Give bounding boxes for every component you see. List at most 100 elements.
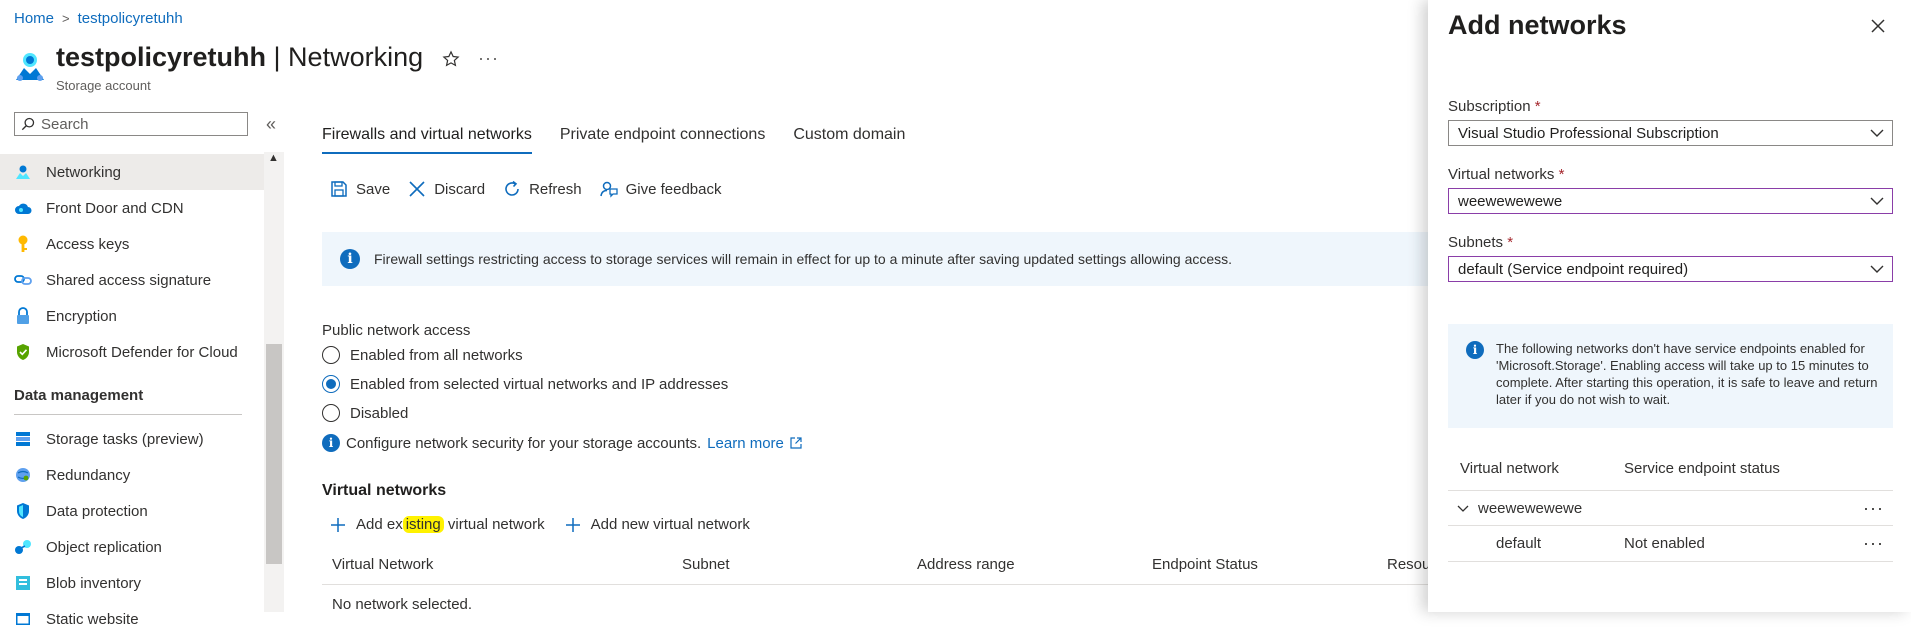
sidebar-item-label: Data protection (46, 502, 148, 520)
column-header: Resourc (1387, 556, 1432, 573)
subscription-dropdown[interactable]: Visual Studio Professional Subscription (1448, 120, 1893, 146)
row-more-icon[interactable]: ··· (1863, 498, 1884, 519)
sidebar-item-label: Object replication (46, 538, 162, 556)
sidebar-item-object-replication[interactable]: Object replication (0, 529, 264, 565)
sidebar-item-defender[interactable]: Microsoft Defender for Cloud (0, 334, 264, 370)
radio-label: Enabled from selected virtual networks a… (350, 375, 729, 393)
subnets-value: default (Service endpoint required) (1458, 260, 1689, 278)
column-header: Virtual network (1460, 460, 1559, 477)
label-text: Subnets (1448, 234, 1504, 251)
subscription-value: Visual Studio Professional Subscription (1458, 124, 1719, 142)
subscription-label: Subscription * (1448, 98, 1541, 115)
virtual-network-dropdown[interactable]: weewewewewe (1448, 188, 1893, 214)
learn-more-link[interactable]: Learn more (707, 435, 784, 452)
endpoint-status: Not enabled (1624, 535, 1705, 552)
sidebar-item-label: Redundancy (46, 466, 131, 484)
required-mark: * (1558, 166, 1565, 183)
sidebar-item-encryption[interactable]: Encryption (0, 298, 264, 334)
globe-icon (14, 466, 32, 484)
sidebar-item-blob-inventory[interactable]: Blob inventory (0, 565, 264, 601)
search-input[interactable] (41, 115, 231, 133)
vnet-name: weewewewewe (1478, 499, 1583, 517)
tasks-icon (14, 430, 32, 448)
add-new-label: Add new virtual network (590, 516, 750, 533)
page-title: testpolicyretuhh | Networking (56, 42, 423, 73)
column-header: Virtual Network (332, 556, 434, 573)
discard-label: Discard (434, 180, 486, 198)
chevron-down-icon (1870, 265, 1884, 273)
sidebar-item-shared-access-signature[interactable]: Shared access signature (0, 262, 264, 298)
favorite-star-icon[interactable] (442, 50, 460, 68)
add-existing-text-end: virtual network (443, 516, 545, 533)
key-icon (14, 235, 32, 253)
sidebar-item-redundancy[interactable]: Redundancy (0, 457, 264, 493)
vnet-group-row[interactable]: weewewewewe ··· (1448, 490, 1893, 526)
sidebar-item-data-protection[interactable]: Data protection (0, 493, 264, 529)
radio-button[interactable] (322, 346, 340, 364)
sidebar-item-storage-tasks[interactable]: Storage tasks (preview) (0, 421, 264, 457)
radio-label: Enabled from all networks (350, 346, 523, 364)
sidebar-item-static-website[interactable]: Static website (0, 601, 264, 637)
sidebar-item-networking[interactable]: Networking (0, 154, 264, 190)
sidebar-item-label: Access keys (46, 235, 130, 253)
refresh-icon (503, 180, 521, 198)
section-name: | Networking (273, 42, 424, 72)
close-icon (408, 180, 426, 198)
subnets-label: Subnets * (1448, 234, 1513, 251)
subnets-dropdown[interactable]: default (Service endpoint required) (1448, 256, 1893, 282)
search-icon (21, 117, 35, 131)
empty-state-text: No network selected. (332, 596, 473, 613)
shield-icon (14, 343, 32, 361)
breadcrumb-home-link[interactable]: Home (14, 10, 54, 27)
radio-enabled-selected[interactable]: Enabled from selected virtual networks a… (322, 375, 728, 393)
cloud-icon (14, 199, 32, 217)
radio-button[interactable] (322, 404, 340, 422)
radio-disabled[interactable]: Disabled (322, 404, 408, 422)
resource-name: testpolicyretuhh (56, 42, 267, 72)
sidebar-item-front-door[interactable]: Front Door and CDN (0, 190, 264, 226)
tab-custom-domain[interactable]: Custom domain (793, 126, 905, 154)
networking-icon (14, 163, 32, 181)
network-security-note: i Configure network security for your st… (322, 434, 802, 452)
collapse-sidebar-icon[interactable]: « (266, 114, 276, 135)
chevron-right-icon: > (62, 11, 70, 26)
column-header: Service endpoint status (1624, 460, 1780, 477)
sidebar-search[interactable] (14, 112, 248, 136)
add-existing-vnet-button[interactable]: Add ex isting virtual network (330, 516, 545, 533)
radio-enabled-all[interactable]: Enabled from all networks (322, 346, 523, 364)
sidebar-nav: Networking Front Door and CDN Access key… (0, 154, 264, 637)
sidebar-item-label: Static website (46, 610, 139, 628)
chevron-down-icon (1870, 129, 1884, 137)
give-feedback-button[interactable]: Give feedback (599, 180, 721, 198)
info-icon: i (340, 249, 360, 269)
sidebar-item-label: Microsoft Defender for Cloud (46, 343, 238, 361)
row-more-icon[interactable]: ··· (1863, 533, 1884, 554)
sidebar-item-access-keys[interactable]: Access keys (0, 226, 264, 262)
external-link-icon (790, 437, 802, 449)
replication-icon (14, 538, 32, 556)
label-text: Subscription (1448, 98, 1531, 115)
more-options-icon[interactable]: ··· (478, 48, 499, 69)
sidebar-scroll-thumb[interactable] (266, 344, 282, 564)
column-header: Endpoint Status (1152, 556, 1258, 573)
tab-firewalls[interactable]: Firewalls and virtual networks (322, 126, 532, 154)
tab-private-endpoints[interactable]: Private endpoint connections (560, 126, 765, 154)
sidebar-item-label: Encryption (46, 307, 117, 325)
discard-button[interactable]: Discard (408, 180, 485, 198)
add-new-vnet-button[interactable]: Add new virtual network (565, 516, 750, 533)
breadcrumb-resource-link[interactable]: testpolicyretuhh (78, 10, 183, 27)
add-existing-label: Add ex isting virtual network (356, 516, 545, 533)
sidebar-item-label: Networking (46, 163, 122, 181)
info-icon: i (322, 434, 340, 452)
firewall-info-banner: i Firewall settings restricting access t… (322, 232, 1432, 286)
subnet-row[interactable]: default Not enabled ··· (1448, 526, 1893, 562)
chevron-down-icon[interactable] (1448, 505, 1478, 512)
link-icon (14, 271, 32, 289)
tab-bar: Firewalls and virtual networks Private e… (322, 126, 905, 154)
radio-button-checked[interactable] (322, 375, 340, 393)
scroll-up-icon[interactable]: ▲ (268, 152, 279, 164)
save-button[interactable]: Save (330, 180, 390, 198)
config-text: Configure network security for your stor… (346, 434, 702, 452)
close-icon[interactable] (1868, 16, 1888, 36)
refresh-button[interactable]: Refresh (503, 180, 582, 198)
